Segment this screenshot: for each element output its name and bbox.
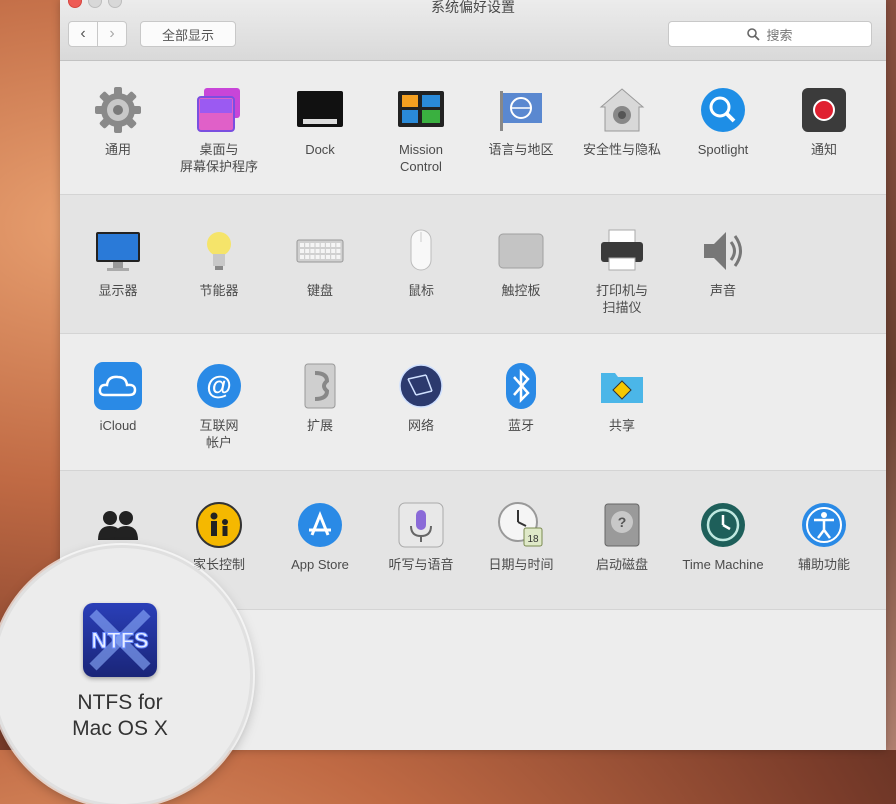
pref-item-globe-flag[interactable]: 语言与地区 <box>471 85 571 158</box>
printer-icon <box>597 226 647 276</box>
svg-text:18: 18 <box>527 534 539 545</box>
extension-icon <box>295 361 345 411</box>
dock-icon <box>295 85 345 135</box>
search-icon <box>747 28 760 41</box>
users-icon <box>93 500 143 550</box>
pref-item-network-globe[interactable]: 网络 <box>371 361 471 434</box>
forward-button[interactable]: › <box>98 21 127 47</box>
disk-icon: ? <box>597 500 647 550</box>
ntfs-icon-text: NTFS <box>91 628 148 653</box>
clock-calendar-icon: 18 <box>496 500 546 550</box>
pref-item-display[interactable]: 显示器 <box>68 226 168 299</box>
pref-item-keyboard[interactable]: 键盘 <box>270 226 370 299</box>
display-icon <box>93 226 143 276</box>
pref-item-microphone[interactable]: 听写与语音 <box>371 500 471 573</box>
pref-item-printer[interactable]: 打印机与 扫描仪 <box>572 226 672 316</box>
pref-item-label: Time Machine <box>673 556 773 573</box>
pref-item-label: 网络 <box>371 417 471 434</box>
pref-item-label: 互联网 帐户 <box>169 417 269 451</box>
desktop-icon <box>194 85 244 135</box>
pref-item-label: 显示器 <box>68 282 168 299</box>
microphone-icon <box>396 500 446 550</box>
pref-item-house-lock[interactable]: 安全性与隐私 <box>572 85 672 158</box>
magnifier-icon <box>698 85 748 135</box>
ntfs-icon[interactable]: NTFS <box>83 603 157 677</box>
pref-item-label: iCloud <box>68 417 168 434</box>
pref-item-bluetooth[interactable]: 蓝牙 <box>471 361 571 434</box>
pref-item-label: 启动磁盘 <box>572 556 672 573</box>
pref-item-label: Spotlight <box>673 141 773 158</box>
parental-icon <box>194 500 244 550</box>
pref-item-label: 安全性与隐私 <box>572 141 672 158</box>
pref-item-label: 辅助功能 <box>774 556 874 573</box>
at-icon: @ <box>194 361 244 411</box>
pref-item-label: Mission Control <box>371 141 471 175</box>
speaker-icon <box>698 226 748 276</box>
pref-item-accessibility[interactable]: 辅助功能 <box>774 500 874 573</box>
pref-item-label: 听写与语音 <box>371 556 471 573</box>
pref-item-disk[interactable]: ? 启动磁盘 <box>572 500 672 573</box>
pref-item-label: 鼠标 <box>371 282 471 299</box>
pref-item-magnifier[interactable]: Spotlight <box>673 85 773 158</box>
globe-flag-icon <box>496 85 546 135</box>
pref-item-label: 通用 <box>68 141 168 158</box>
pref-item-label: 蓝牙 <box>471 417 571 434</box>
mouse-icon <box>396 226 446 276</box>
sharing-folder-icon <box>597 361 647 411</box>
pref-item-parental[interactable]: 家长控制 <box>169 500 269 573</box>
gear-icon <box>93 85 143 135</box>
nav-buttons: ‹ › <box>68 21 127 47</box>
svg-text:?: ? <box>618 514 627 530</box>
pref-item-notification[interactable]: 通知 <box>774 85 874 158</box>
pref-item-gear[interactable]: 通用 <box>68 85 168 158</box>
pref-item-sharing-folder[interactable]: 共享 <box>572 361 672 434</box>
network-globe-icon <box>396 361 446 411</box>
house-lock-icon <box>597 85 647 135</box>
pref-item-clock-calendar[interactable]: 18 日期与时间 <box>471 500 571 573</box>
pref-item-desktop[interactable]: 桌面与 屏幕保护程序 <box>169 85 269 175</box>
show-all-button[interactable]: 全部显示 <box>140 21 236 47</box>
pref-item-label: 节能器 <box>169 282 269 299</box>
pref-item-mission-control[interactable]: Mission Control <box>371 85 471 175</box>
back-button[interactable]: ‹ <box>68 21 98 47</box>
pref-item-label: Dock <box>270 141 370 158</box>
accessibility-icon <box>799 500 849 550</box>
pref-item-label: 键盘 <box>270 282 370 299</box>
mission-control-icon <box>396 85 446 135</box>
pref-item-label: 扩展 <box>270 417 370 434</box>
trackpad-icon <box>496 226 546 276</box>
pref-item-speaker[interactable]: 声音 <box>673 226 773 299</box>
timemachine-icon <box>698 500 748 550</box>
pref-item-label: 打印机与 扫描仪 <box>572 282 672 316</box>
bulb-icon <box>194 226 244 276</box>
pref-item-label: 触控板 <box>471 282 571 299</box>
appstore-icon <box>295 500 345 550</box>
bluetooth-icon <box>496 361 546 411</box>
pref-item-timemachine[interactable]: Time Machine <box>673 500 773 573</box>
pref-item-extension[interactable]: 扩展 <box>270 361 370 434</box>
search-placeholder: 搜索 <box>766 25 792 44</box>
pref-item-cloud[interactable]: iCloud <box>68 361 168 434</box>
pref-item-label: 语言与地区 <box>471 141 571 158</box>
pref-item-label: 通知 <box>774 141 874 158</box>
pref-item-trackpad[interactable]: 触控板 <box>471 226 571 299</box>
ntfs-label: NTFS for Mac OS X <box>40 690 200 742</box>
keyboard-icon <box>295 226 345 276</box>
pref-item-at[interactable]: @ 互联网 帐户 <box>169 361 269 451</box>
pref-item-label: App Store <box>270 556 370 573</box>
search-input[interactable]: 搜索 <box>668 21 872 47</box>
pref-item-label: 日期与时间 <box>471 556 571 573</box>
pref-item-label: 声音 <box>673 282 773 299</box>
pref-item-dock[interactable]: Dock <box>270 85 370 158</box>
titlebar: 系统偏好设置 ‹ › 全部显示 搜索 <box>60 0 886 61</box>
pref-item-label: 共享 <box>572 417 672 434</box>
pref-item-appstore[interactable]: App Store <box>270 500 370 573</box>
pref-item-bulb[interactable]: 节能器 <box>169 226 269 299</box>
cloud-icon <box>93 361 143 411</box>
pref-item-label: 桌面与 屏幕保护程序 <box>169 141 269 175</box>
notification-icon <box>799 85 849 135</box>
window-title: 系统偏好设置 <box>60 0 886 17</box>
pref-item-mouse[interactable]: 鼠标 <box>371 226 471 299</box>
svg-text:@: @ <box>206 370 231 400</box>
